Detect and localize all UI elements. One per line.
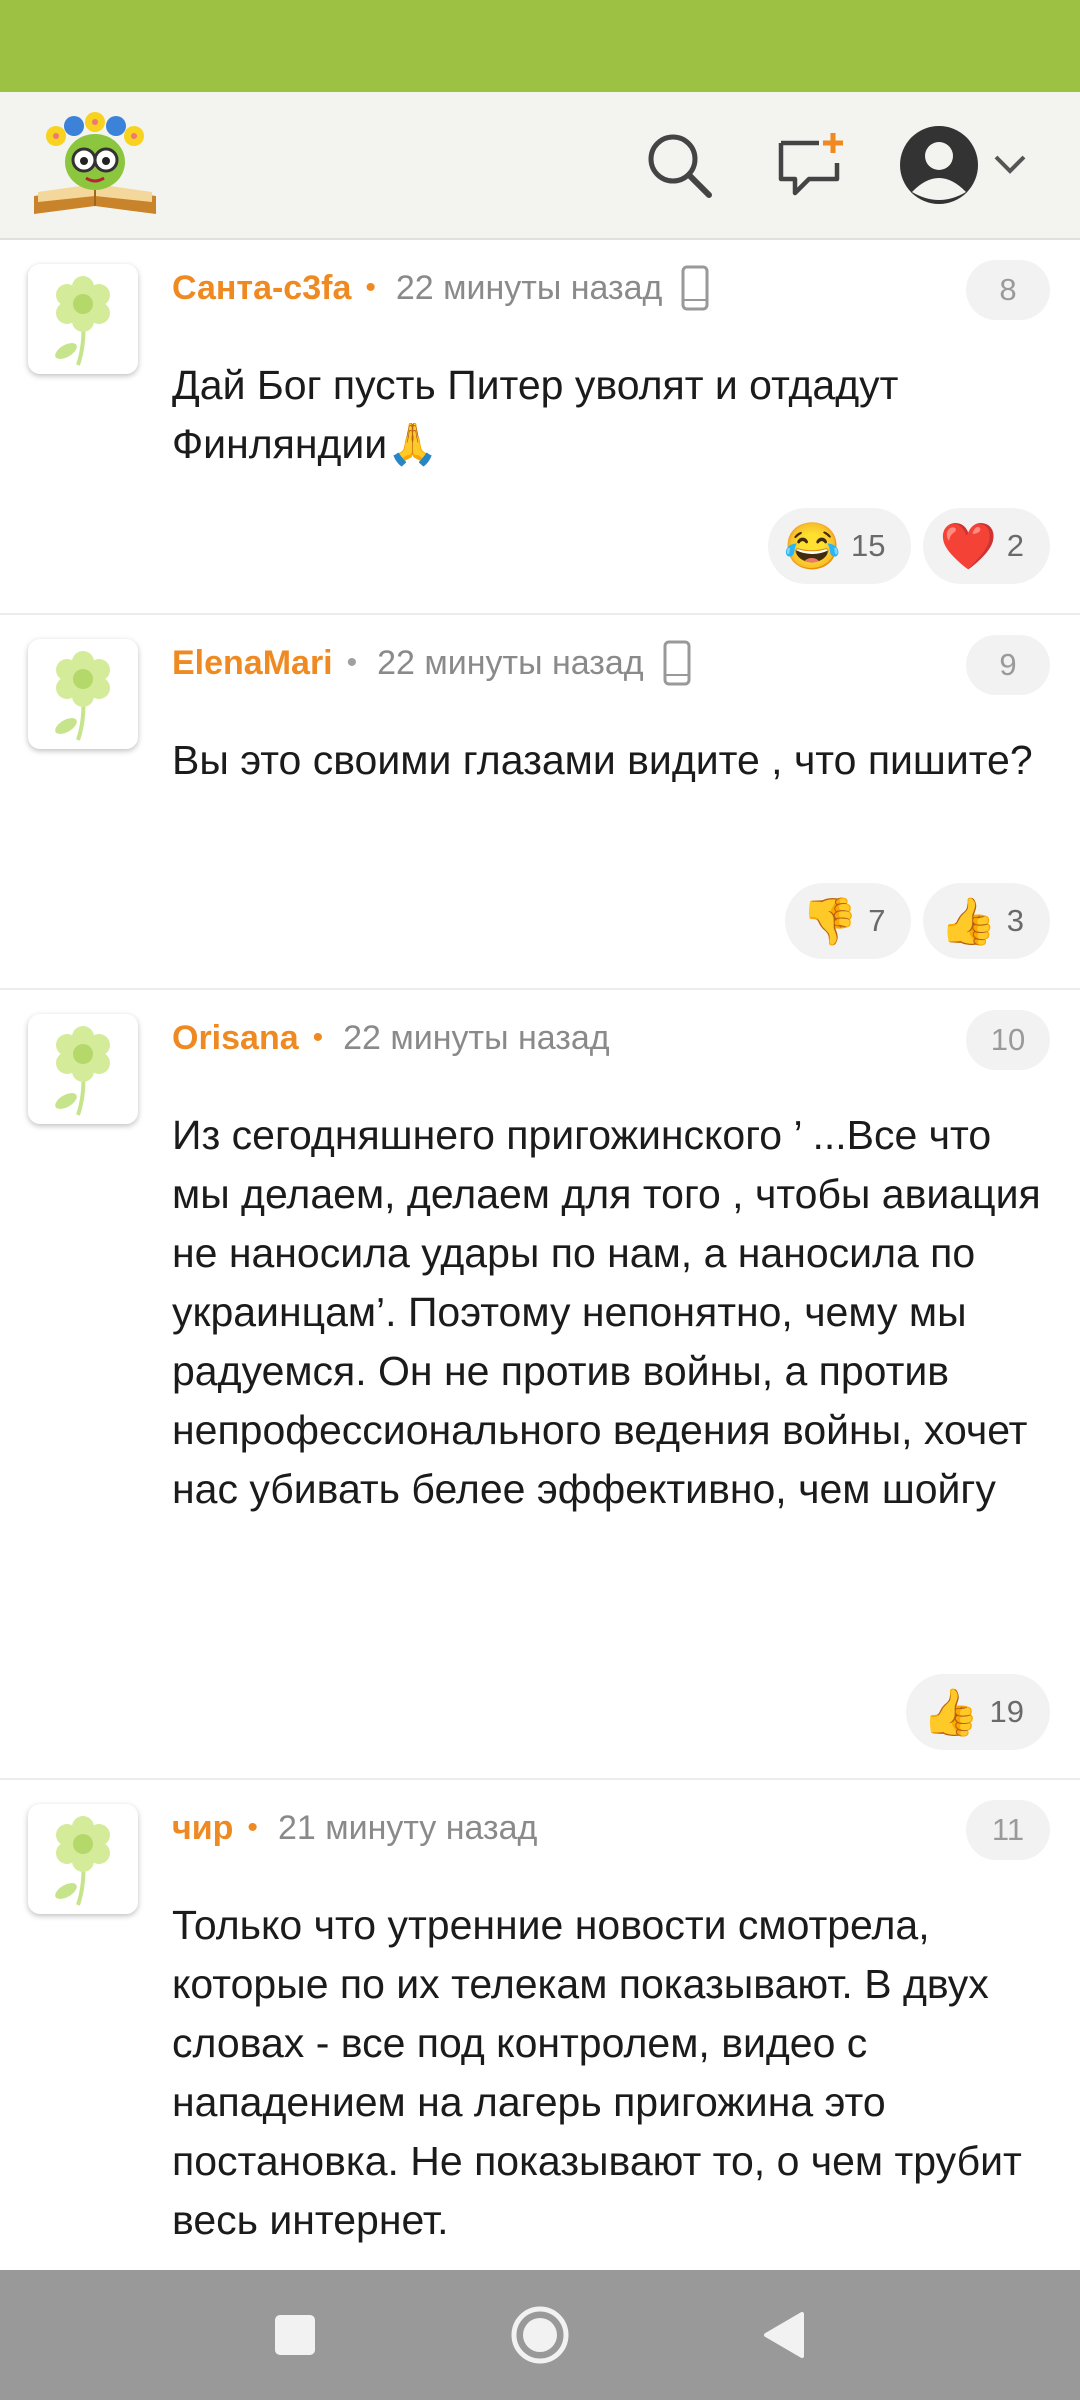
flower-avatar-icon[interactable] <box>28 639 138 749</box>
flower-avatar-icon[interactable] <box>28 1014 138 1124</box>
reaction-count: 3 <box>1006 903 1024 938</box>
reaction-count: 2 <box>1006 528 1024 563</box>
new-message-icon <box>778 133 843 196</box>
comment-number: 11 <box>966 1800 1050 1860</box>
comment-text: Вы это своими глазами видите , что пишит… <box>172 737 1033 783</box>
comments-feed[interactable]: Санта-с3fa • 22 минуты назад 8 Дай Бог п… <box>0 240 1080 2270</box>
comment-time: 21 минуту назад <box>277 1808 538 1847</box>
search-icon <box>648 134 712 198</box>
square-recents-icon <box>275 2315 315 2355</box>
comment-author[interactable]: Orisana <box>172 1019 299 1058</box>
heart-emoji-icon: ❤️ <box>939 520 997 572</box>
app-header <box>0 92 1080 240</box>
comment-number: 8 <box>966 260 1050 320</box>
laughing-emoji-icon: 😂 <box>783 520 841 572</box>
reaction-button[interactable]: 👍 19 <box>906 1674 1050 1750</box>
comment-text: Из сегодняшнего пригожинского ’ ...Все ч… <box>172 1112 1041 1512</box>
reaction-button[interactable]: ❤️ 2 <box>923 508 1050 584</box>
comment-item: Orisana • 22 минуты назад 10 Из сегодняш… <box>0 990 1080 1780</box>
comment-author[interactable]: Санта-с3fa <box>172 269 351 308</box>
comment-text: Только что утренние новости смотрела, ко… <box>172 1902 1022 2243</box>
flower-avatar-icon[interactable] <box>28 1804 138 1914</box>
comment-time: 22 минуты назад <box>377 643 644 682</box>
thumbs-down-icon: 👎 <box>800 895 859 947</box>
reaction-count: 15 <box>850 528 886 563</box>
triangle-back-icon <box>764 2312 804 2358</box>
reaction-button[interactable]: 👍 3 <box>923 883 1050 959</box>
search-button[interactable] <box>634 120 724 210</box>
separator-dot: • <box>247 1811 258 1844</box>
new-message-button[interactable] <box>766 120 856 210</box>
comment-item: чир • 21 минуту назад 11 Только что утре… <box>0 1780 1080 2270</box>
reaction-button[interactable]: 😂 15 <box>767 508 912 584</box>
back-button[interactable] <box>745 2295 825 2375</box>
system-nav-bar <box>0 2270 1080 2400</box>
recents-button[interactable] <box>255 2295 335 2375</box>
separator-dot: • <box>346 646 358 679</box>
comment-item: Санта-с3fa • 22 минуты назад 8 Дай Бог п… <box>0 240 1080 615</box>
separator-dot: • <box>365 271 376 304</box>
comment-time: 22 минуты назад <box>395 268 663 307</box>
reaction-button[interactable]: 👎 7 <box>784 883 912 959</box>
thumbs-up-icon: 👍 <box>939 895 997 947</box>
separator-dot: • <box>312 1021 324 1054</box>
flower-book-logo[interactable] <box>30 110 160 222</box>
comment-number: 9 <box>966 635 1050 695</box>
status-bar <box>0 0 1080 92</box>
flower-avatar-icon[interactable] <box>28 264 138 374</box>
circle-home-icon <box>511 2306 569 2364</box>
comment-time: 22 минуты назад <box>343 1018 610 1057</box>
mobile-device-icon <box>680 264 710 312</box>
comment-author[interactable]: ElenaMari <box>172 644 333 683</box>
home-button[interactable] <box>500 2295 580 2375</box>
avatar-icon <box>900 126 978 204</box>
reaction-count: 19 <box>989 1694 1024 1729</box>
comment-item: ElenaMari • 22 минуты назад 9 Вы это сво… <box>0 615 1080 990</box>
comment-author[interactable]: чир <box>172 1809 233 1848</box>
comment-number: 10 <box>966 1010 1050 1070</box>
chevron-down-icon <box>994 155 1026 174</box>
comment-text: Дай Бог пусть Питер уволят и отдадут Фин… <box>172 362 899 467</box>
mobile-device-icon <box>662 639 692 687</box>
thumbs-up-icon: 👍 <box>922 1686 980 1738</box>
reaction-count: 7 <box>868 903 886 938</box>
profile-menu-button[interactable] <box>898 120 1038 210</box>
